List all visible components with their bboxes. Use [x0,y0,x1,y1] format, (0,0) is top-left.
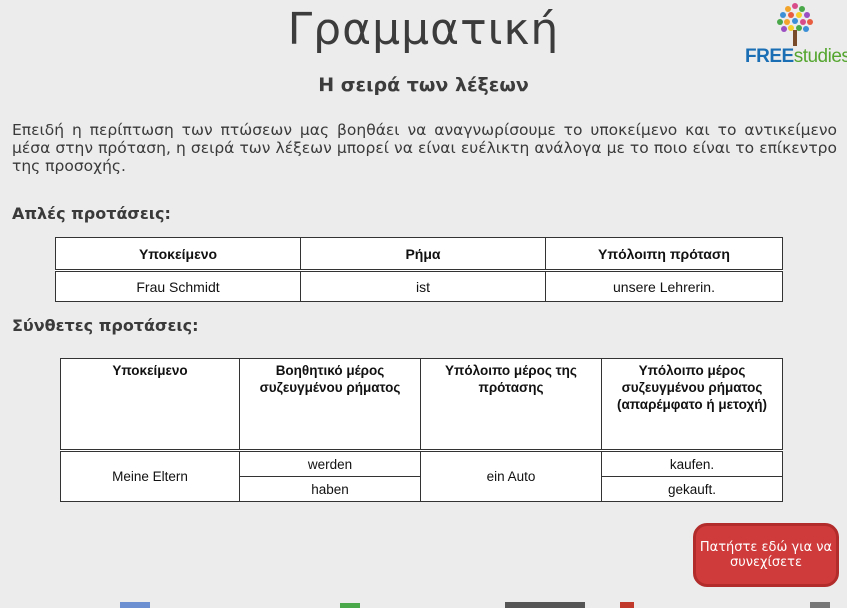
cell-subject: Meine Eltern [60,450,240,502]
table-header-row: Υποκείμενο Βοηθητικό μέρος συζευγμένου ρ… [60,358,783,452]
cell-rest: ein Auto [420,450,602,502]
header-rest: Υπόλοιπη πρόταση [545,237,783,272]
complex-sentence-table: Υποκείμενο Βοηθητικό μέρος συζευγμένου ρ… [60,358,783,502]
cell-rest: unsere Lehrerin. [545,270,783,302]
intro-paragraph: Επειδή η περίπτωση των πτώσεων μας βοηθά… [12,121,837,175]
header-rest: Υπόλοιπο μέρος της πρότασης [420,358,602,452]
logo-wordmark: FREEstudies [745,46,847,67]
cell-auxiliary: werden [239,450,421,477]
header-subject: Υποκείμενο [60,358,240,452]
simple-sentences-label: Απλές προτάσεις: [12,204,171,223]
cell-verb: ist [300,270,546,302]
table-row: Meine Eltern werden ein Auto kaufen. [60,450,783,502]
cell-auxiliary: haben [239,476,421,502]
header-auxiliary: Βοηθητικό μέρος συζευγμένου ρήματος [239,358,421,452]
partner-logos-strip [120,602,830,608]
tree-icon [777,3,813,46]
continue-button[interactable]: Πατήστε εδώ για να συνεχίσετε [693,523,839,587]
simple-sentence-table: Υποκείμενο Ρήμα Υπόλοιπη πρόταση Frau Sc… [55,237,783,302]
table-row: Frau Schmidt ist unsere Lehrerin. [55,270,783,302]
cell-subject: Frau Schmidt [55,270,301,302]
header-subject: Υποκείμενο [55,237,301,272]
table-header-row: Υποκείμενο Ρήμα Υπόλοιπη πρόταση [55,237,783,272]
page-title: Γραμματική [287,4,560,55]
page-subtitle: Η σειρά των λέξεων [318,74,529,96]
cell-verb-end: gekauft. [601,476,783,502]
header-verb: Ρήμα [300,237,546,272]
cell-verb-end: kaufen. [601,450,783,477]
freestudies-logo: FREEstudies [745,0,847,72]
header-verb-end: Υπόλοιπο μέρος συζευγμένου ρήματος (απαρ… [601,358,783,452]
continue-button-label: Πατήστε εδώ για να συνεχίσετε [699,540,833,570]
complex-sentences-label: Σύνθετες προτάσεις: [12,316,199,335]
